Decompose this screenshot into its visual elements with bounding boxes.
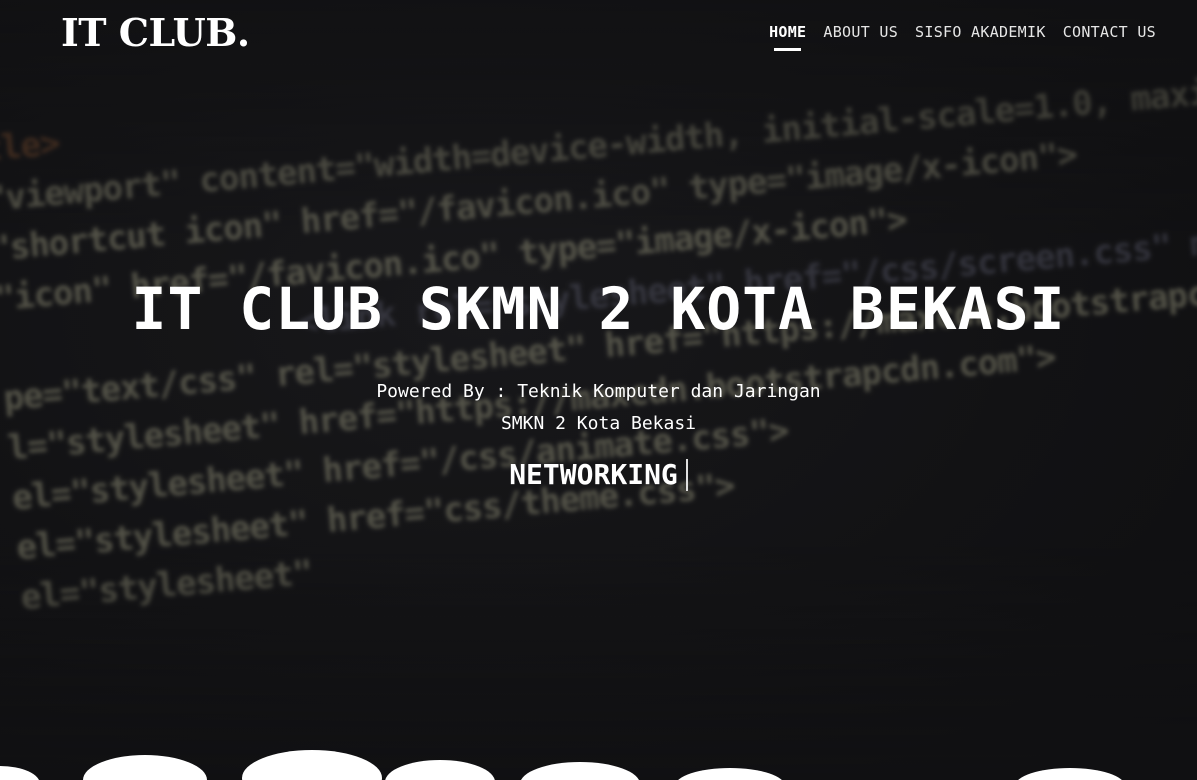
nav-home-link[interactable]: HOME: [769, 23, 806, 51]
typing-cursor: [685, 458, 688, 491]
decor-shape: [521, 762, 639, 780]
nav-item-wrapper: HOME: [769, 22, 806, 51]
nav-about-us-link[interactable]: ABOUT US: [823, 23, 898, 51]
decor-shape: [385, 760, 495, 780]
code-line: el="stylesheet": [19, 552, 314, 619]
hero-subtitle-line2: SMKN 2 Kota Bekasi: [500, 413, 697, 434]
nav-item-wrapper: ABOUT US: [823, 22, 898, 41]
hero-section: IT CLUB SKMN 2 KOTA BEKASI Powered By : …: [0, 270, 1197, 491]
site-logo[interactable]: IT CLUB.: [61, 10, 250, 55]
nav-sisfo-akademik-label: SISFO AKADEMIK: [915, 23, 1046, 41]
main-navigation: HOME ABOUT US SISFO AKADEMIK CONTACT US: [769, 22, 1156, 51]
nav-item-wrapper: CONTACT US: [1063, 22, 1156, 41]
hero-subtitle: Powered By : Teknik Komputer dan Jaringa…: [0, 376, 1197, 440]
bottom-decorative-shapes: [0, 750, 1122, 780]
hero-subtitle-line1: Powered By : Teknik Komputer dan Jaringa…: [376, 381, 821, 402]
typed-text: NETWORKING: [509, 458, 678, 491]
page: tle> "viewport" content="width=device-wi…: [0, 0, 1197, 780]
nav-about-us-label: ABOUT US: [823, 23, 899, 41]
nav-contact-us-label: CONTACT US: [1062, 23, 1156, 41]
decor-shape: [0, 766, 39, 780]
decor-shape: [242, 750, 382, 780]
typed-text-container: NETWORKING: [509, 458, 688, 491]
decor-shape: [678, 768, 782, 780]
nav-active-underline: [774, 48, 802, 51]
decor-shape: [83, 755, 207, 780]
nav-item-wrapper: SISFO AKADEMIK: [915, 22, 1046, 41]
nav-sisfo-akademik-link[interactable]: SISFO AKADEMIK: [915, 23, 1046, 51]
decor-shape: [1018, 768, 1122, 780]
hero-title: IT CLUB SKMN 2 KOTA BEKASI: [131, 275, 1066, 343]
code-line: tle>: [0, 123, 62, 170]
nav-contact-us-link[interactable]: CONTACT US: [1063, 23, 1156, 51]
nav-home-label: HOME: [769, 23, 807, 41]
code-line: "shortcut icon" href="/favicon.ico" type…: [0, 134, 1079, 270]
